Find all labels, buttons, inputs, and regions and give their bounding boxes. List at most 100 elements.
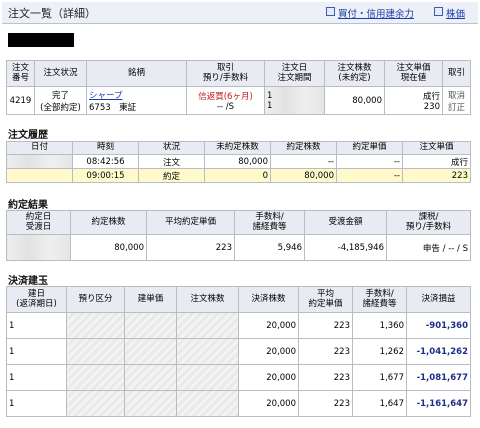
settlement-table: 建日 (返済期日) 預り区分 建単価 注文株数 決済株数 平均 約定単価 手数料/諸… [6, 286, 471, 417]
result-header-amount: 受渡金額 [304, 210, 387, 235]
order-trade: 信返買(6ヶ月) -- /S [186, 86, 265, 115]
history-header-date: 日付 [6, 141, 73, 155]
order-date: 11 [264, 86, 325, 115]
header-trade: 取引 預り/手数料 [186, 60, 265, 87]
result-header-shares: 約定株数 [70, 210, 147, 235]
history-date [6, 168, 73, 183]
history-filled: 80,000 [270, 168, 337, 183]
history-time: 08:42:56 [72, 154, 139, 169]
history-fill-price: -- [336, 154, 403, 169]
order-table: 注文 番号 注文状況 銘柄 取引 預り/手数料 注文日 注文期間 注文株数 (未約定) … [6, 60, 471, 115]
history-table: 日付 時刻 状況 未約定株数 約定株数 約定単価 注文単価 08:42:56 注… [6, 141, 471, 183]
settle-fee: 1,677 [352, 364, 407, 391]
settle-avg-price: 223 [298, 338, 353, 365]
settle-header-fee: 手数料/諸経費等 [352, 286, 407, 313]
history-header-filled: 約定株数 [270, 141, 337, 155]
stock-price-link[interactable]: 株価 [446, 6, 465, 20]
settle-open-price [124, 312, 177, 339]
result-header-fee: 手数料/諸経費等 [234, 210, 305, 235]
settle-pl: -1,041,262 [406, 338, 471, 365]
history-fill-price: -- [336, 168, 403, 183]
settle-open-price [124, 338, 177, 365]
settle-fee: 1,262 [352, 338, 407, 365]
settle-header-open-price: 建単価 [124, 286, 177, 313]
header-order-date: 注文日 注文期間 [264, 60, 325, 87]
history-header-status: 状況 [138, 141, 205, 155]
result-section-title: 約定結果 [8, 200, 48, 211]
header-order-price: 注文単価 現在値 [384, 60, 443, 87]
settle-open-date: 1 [6, 390, 67, 417]
settle-open-date: 1 [6, 364, 67, 391]
stock-price-icon[interactable] [434, 7, 443, 16]
settle-open-date: 1 [6, 338, 67, 365]
settle-shares: 20,000 [238, 390, 299, 417]
order-shares: 80,000 [324, 86, 385, 115]
settle-open-date: 1 [6, 312, 67, 339]
order-actions: 取消 訂正 [442, 86, 471, 115]
history-row: 08:42:56 注文 80,000 -- -- 成行 [6, 154, 471, 169]
header-action: 取引 [442, 60, 471, 87]
history-filled: -- [270, 154, 337, 169]
result-amount: -4,185,946 [304, 234, 387, 261]
settle-header-open-date: 建日 (返済期日) [6, 286, 67, 313]
result-fee: 5,946 [234, 234, 305, 261]
settle-order-shares [176, 390, 239, 417]
header-order-status: 注文状況 [34, 60, 87, 87]
result-date [6, 234, 71, 261]
history-date [6, 154, 73, 169]
settle-shares: 20,000 [238, 364, 299, 391]
result-header-tax: 課税/預り/手数料 [386, 210, 471, 235]
result-avg-price: 223 [146, 234, 235, 261]
settlement-row: 1 20,000 223 1,647 -1,161,647 [6, 390, 471, 417]
history-order-price: 成行 [402, 154, 471, 169]
settle-avg-price: 223 [298, 312, 353, 339]
history-header-fill-price: 約定単価 [336, 141, 403, 155]
history-order-price: 223 [402, 168, 471, 183]
header-issue: 銘柄 [86, 60, 187, 87]
settle-pl: -1,081,677 [406, 364, 471, 391]
header-order-shares: 注文株数 (未約定) [324, 60, 385, 87]
settle-account [66, 390, 125, 417]
buying-power-link[interactable]: 買付・信用建余力 [338, 6, 414, 20]
header-order-no: 注文 番号 [6, 60, 35, 87]
settle-order-shares [176, 338, 239, 365]
history-header-time: 時刻 [72, 141, 139, 155]
redacted-account-bar [8, 33, 74, 47]
order-number: 4219 [6, 86, 35, 115]
settle-header-pl: 決済損益 [406, 286, 471, 313]
history-row: 09:00:15 約定 0 80,000 -- 223 [6, 168, 471, 183]
order-issue: シャープ 6753 東証 [86, 86, 187, 115]
result-header-avg-price: 平均約定単価 [146, 210, 235, 235]
settle-avg-price: 223 [298, 364, 353, 391]
order-row: 4219 完了 (全部約定) シャープ 6753 東証 信返買(6ヶ月) -- /S … [6, 86, 471, 115]
settle-account [66, 364, 125, 391]
history-unfilled: 0 [204, 168, 271, 183]
settle-fee: 1,360 [352, 312, 407, 339]
settle-fee: 1,647 [352, 390, 407, 417]
history-section-title: 注文履歴 [8, 130, 48, 141]
history-time: 09:00:15 [72, 168, 139, 183]
cancel-link[interactable]: 取消 [448, 91, 465, 101]
order-status: 完了 (全部約定) [34, 86, 87, 115]
settle-shares: 20,000 [238, 312, 299, 339]
settle-shares: 20,000 [238, 338, 299, 365]
settle-header-avg-price: 平均 約定単価 [298, 286, 353, 313]
settle-pl: -1,161,647 [406, 390, 471, 417]
settle-header-account: 預り区分 [66, 286, 125, 313]
result-header-date: 約定日 受渡日 [6, 210, 71, 235]
history-status: 約定 [138, 168, 205, 183]
issue-link[interactable]: シャープ [89, 91, 123, 101]
settlement-row: 1 20,000 223 1,677 -1,081,677 [6, 364, 471, 391]
settlement-row: 1 20,000 223 1,360 -901,360 [6, 312, 471, 339]
history-header-order-price: 注文単価 [402, 141, 471, 155]
settle-avg-price: 223 [298, 390, 353, 417]
settle-header-order-shares: 注文株数 [176, 286, 239, 313]
result-shares: 80,000 [70, 234, 147, 261]
buying-power-icon[interactable] [326, 7, 335, 16]
settle-account [66, 338, 125, 365]
result-table: 約定日 受渡日 約定株数 平均約定単価 手数料/諸経費等 受渡金額 課税/預り/手… [6, 210, 471, 261]
history-header-unfilled: 未約定株数 [204, 141, 271, 155]
settlement-row: 1 20,000 223 1,262 -1,041,262 [6, 338, 471, 365]
result-row: 80,000 223 5,946 -4,185,946 申告 / -- / S [6, 234, 471, 261]
modify-link[interactable]: 訂正 [448, 103, 465, 113]
